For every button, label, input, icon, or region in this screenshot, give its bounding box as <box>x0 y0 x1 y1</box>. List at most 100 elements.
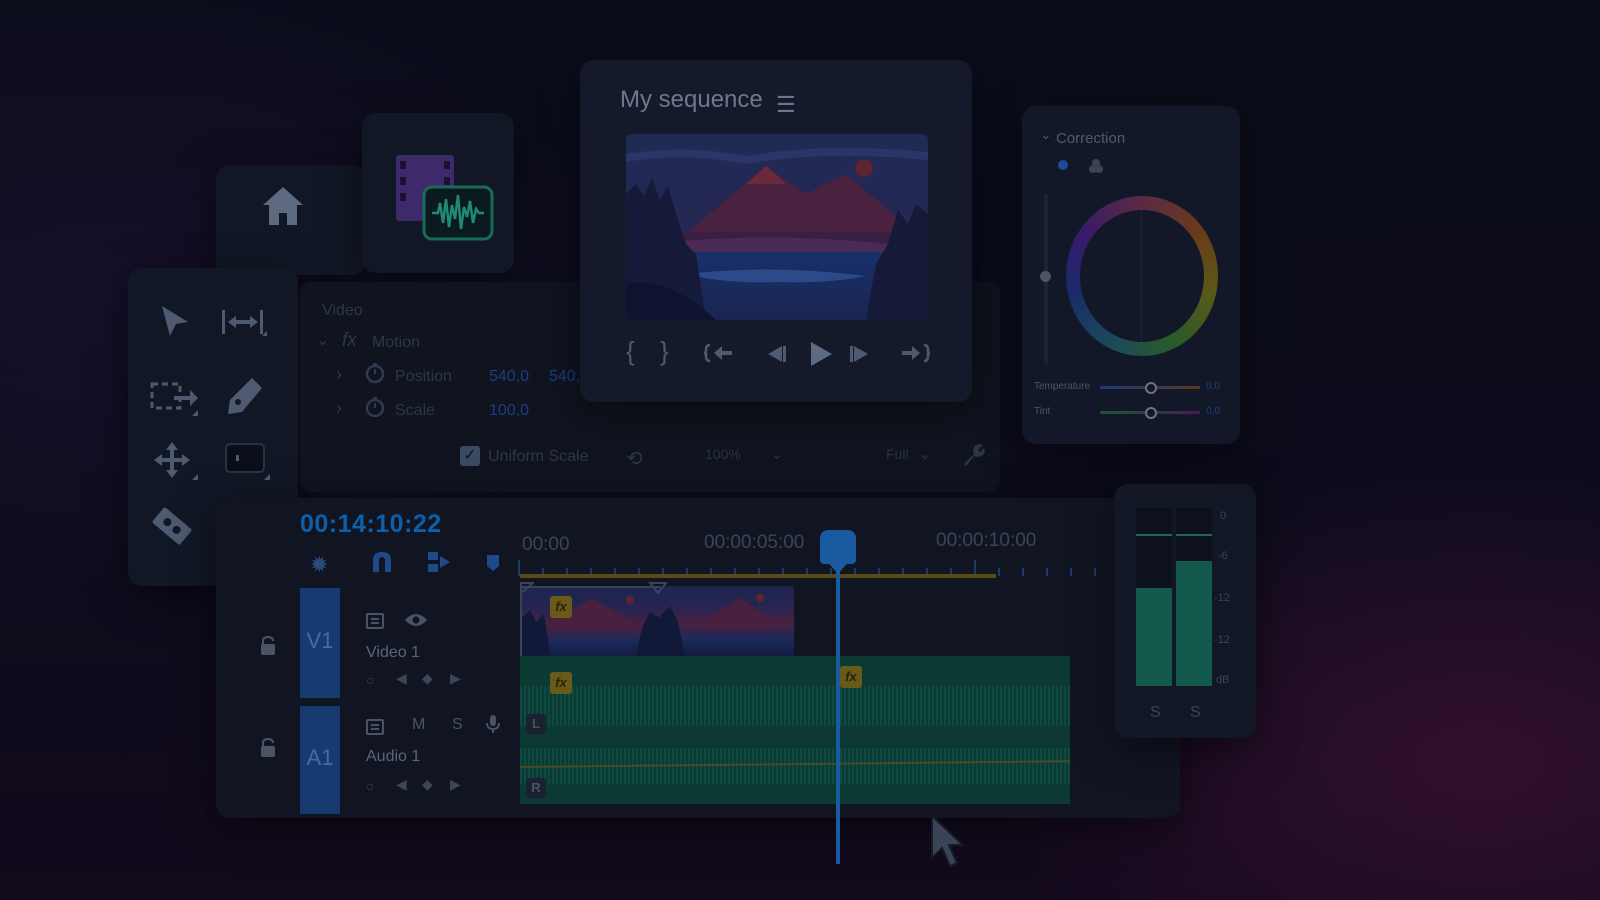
reset-icon[interactable]: ⟲ <box>626 446 643 471</box>
program-monitor-panel: My sequence ☰ { } <box>580 60 972 402</box>
home-icon[interactable] <box>260 183 306 229</box>
audio-track-target[interactable]: A1 <box>300 706 340 814</box>
audio-track-name: Audio 1 <box>366 748 421 765</box>
ruler-label-10s: 00:00:10:00 <box>936 530 1037 551</box>
correction-panel: ⌄ Correction Temperature 0,0 Tint 0,0 <box>1022 106 1240 444</box>
media-panel <box>362 113 514 273</box>
single-wheel-icon[interactable] <box>1058 160 1068 170</box>
play-icon[interactable] <box>808 340 834 368</box>
video-track-lock-icon[interactable] <box>260 636 276 656</box>
meter-scale-db: dB <box>1216 674 1230 686</box>
audio-add-keyframe-icon[interactable]: ◆ <box>422 776 433 793</box>
scale-label: Scale <box>395 402 436 419</box>
audio-keyframe-toggle-icon[interactable]: ○ <box>366 778 374 794</box>
left-channel-badge: L <box>526 714 546 734</box>
meter-solo-left-button[interactable]: S <box>1150 704 1161 722</box>
mark-out-icon[interactable]: } <box>660 336 669 367</box>
go-to-in-icon[interactable] <box>704 342 734 364</box>
temperature-slider-handle[interactable] <box>1145 382 1157 394</box>
move-tool-icon[interactable] <box>150 440 200 482</box>
position-label: Position <box>395 368 452 385</box>
zoom-value[interactable]: 100% <box>705 446 741 462</box>
three-wheels-icon[interactable] <box>1088 158 1104 174</box>
rectangle-tool-icon[interactable] <box>224 440 272 482</box>
video-add-keyframe-icon[interactable]: ◆ <box>422 670 433 687</box>
meter-solo-right-button[interactable]: S <box>1190 704 1201 722</box>
step-back-icon[interactable] <box>764 344 788 364</box>
temperature-value[interactable]: 0,0 <box>1206 381 1220 392</box>
clip-trim-handle-icon[interactable] <box>648 582 668 594</box>
video-keyframe-toggle-icon[interactable]: ○ <box>366 672 374 688</box>
audio-track-lock-icon[interactable] <box>260 738 276 758</box>
home-panel <box>216 165 366 275</box>
meter-left-level <box>1136 588 1172 686</box>
playhead[interactable] <box>836 530 840 864</box>
solo-button[interactable]: S <box>452 716 463 734</box>
mute-button[interactable]: M <box>412 716 425 734</box>
snap-magnet-icon[interactable] <box>370 550 394 574</box>
audio-track-tag: A1 <box>306 745 334 770</box>
video-clip-1-fx-badge[interactable]: fx <box>550 596 572 618</box>
uniform-scale-checkbox[interactable]: ✓ <box>460 446 480 466</box>
audio-next-keyframe-icon[interactable]: ▶ <box>450 776 461 793</box>
collapse-chevron-icon[interactable]: ⌄ <box>316 330 329 350</box>
video-next-keyframe-icon[interactable]: ▶ <box>450 670 461 687</box>
video-clip-2[interactable] <box>660 586 794 662</box>
video-track-tag: V1 <box>306 628 334 653</box>
position-x-value[interactable]: 540,0 <box>489 368 529 386</box>
clip-start-handle-icon[interactable] <box>520 582 534 594</box>
video-clip-1[interactable] <box>520 586 662 666</box>
position-y-value[interactable]: 540, <box>549 368 580 386</box>
audio-clip[interactable] <box>520 656 1070 804</box>
wrench-icon[interactable] <box>960 442 986 468</box>
nest-sequence-icon[interactable]: ✹ <box>310 552 328 578</box>
audio-clip-fx-badge-2[interactable]: fx <box>840 666 862 688</box>
color-wheel[interactable] <box>1066 196 1218 356</box>
meter-scale-0: 0 <box>1220 510 1227 522</box>
meter-scale-12a: -12 <box>1214 592 1230 604</box>
mouse-cursor-icon <box>930 814 966 870</box>
audio-clip-fx-badge[interactable]: fx <box>550 672 572 694</box>
tint-value[interactable]: 0,0 <box>1206 406 1220 417</box>
video-section-label: Video <box>322 302 363 319</box>
playhead-handle[interactable] <box>820 530 856 564</box>
audio-prev-keyframe-icon[interactable]: ◀ <box>396 776 407 793</box>
mark-in-icon[interactable]: { <box>626 336 635 367</box>
ruler-label-5s: 00:00:05:00 <box>704 532 805 553</box>
razor-tool-icon[interactable] <box>148 502 196 550</box>
right-channel-badge: R <box>526 778 546 798</box>
hamburger-menu-icon[interactable]: ☰ <box>776 92 796 118</box>
luma-slider-handle[interactable] <box>1040 271 1051 282</box>
scale-stopwatch-icon[interactable] <box>364 396 386 418</box>
zoom-dropdown-icon[interactable]: ⌄ <box>770 444 783 464</box>
playhead-timecode[interactable]: 00:14:10:22 <box>300 510 442 539</box>
add-marker-icon[interactable] <box>486 554 500 572</box>
quality-dropdown-icon[interactable]: ⌄ <box>918 444 931 464</box>
voiceover-mic-icon[interactable] <box>486 714 500 734</box>
step-forward-icon[interactable] <box>848 344 872 364</box>
video-prev-keyframe-icon[interactable]: ◀ <box>396 670 407 687</box>
ruler-label-start: 00:00 <box>522 534 570 555</box>
tint-slider-handle[interactable] <box>1145 407 1157 419</box>
video-audio-media-icon[interactable] <box>392 151 496 247</box>
position-stopwatch-icon[interactable] <box>364 362 386 384</box>
video-track-output-icon[interactable] <box>366 612 386 630</box>
video-track-visibility-icon[interactable] <box>404 612 428 628</box>
linked-selection-icon[interactable] <box>426 550 452 574</box>
meter-right-level <box>1176 561 1212 686</box>
track-select-tool-icon[interactable] <box>150 378 200 418</box>
video-track-name: Video 1 <box>366 644 420 661</box>
go-to-out-icon[interactable] <box>900 342 930 364</box>
pen-tool-icon[interactable] <box>222 374 266 418</box>
correction-title: Correction <box>1056 130 1126 147</box>
correction-chevron-icon[interactable]: ⌄ <box>1040 126 1052 143</box>
quality-value[interactable]: Full <box>886 446 909 462</box>
audio-track-output-icon[interactable] <box>366 718 386 736</box>
selection-tool-icon[interactable] <box>158 304 194 340</box>
position-expand-icon[interactable]: › <box>336 364 342 385</box>
work-area-bar[interactable] <box>520 574 996 578</box>
video-track-target[interactable]: V1 <box>300 588 340 698</box>
scale-expand-icon[interactable]: › <box>336 398 342 419</box>
ripple-edit-tool-icon[interactable] <box>220 306 268 340</box>
scale-value[interactable]: 100,0 <box>489 402 529 420</box>
